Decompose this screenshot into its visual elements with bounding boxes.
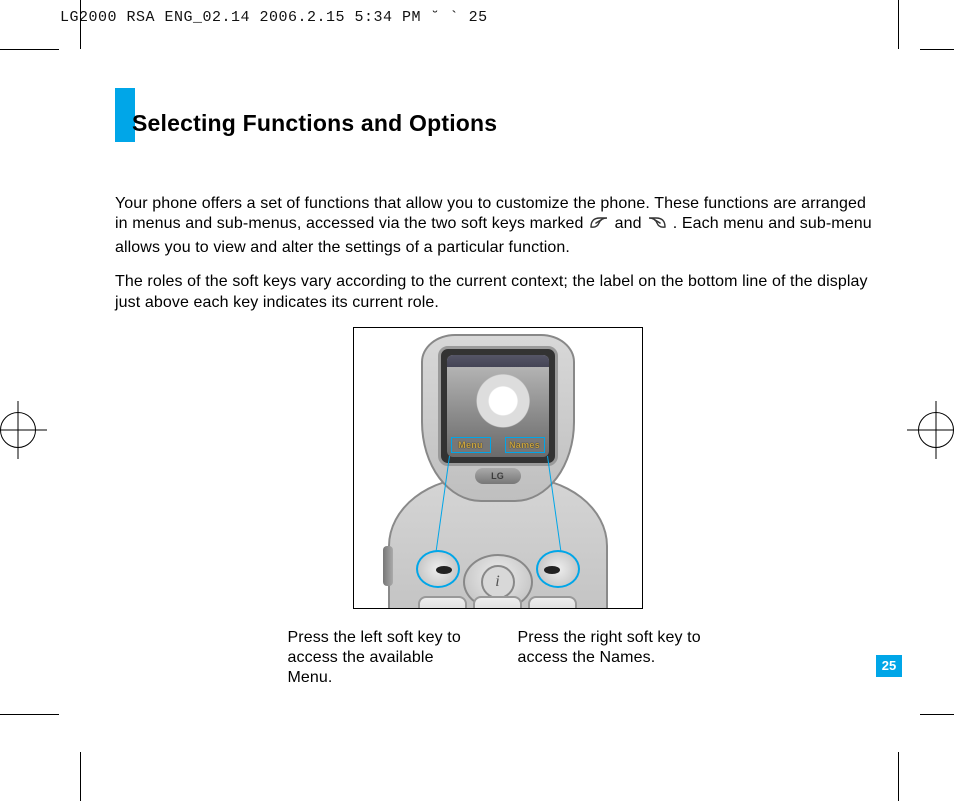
- crop-mark: [920, 49, 954, 50]
- crop-mark: [898, 752, 899, 801]
- right-softkey-icon: [646, 215, 668, 237]
- figure-captions: Press the left soft key to access the av…: [115, 628, 880, 688]
- body-text: Your phone offers a set of functions tha…: [115, 194, 880, 688]
- nav-center-glyph: i: [495, 572, 500, 592]
- phone-key: [528, 596, 577, 609]
- registration-mark: [918, 412, 954, 448]
- phone-brand-badge: LG: [475, 468, 521, 484]
- figure-wrap: Menu Names LG i: [115, 327, 880, 687]
- crop-mark: [920, 714, 954, 715]
- phone-key: [418, 596, 467, 609]
- left-softkey-hardware: [416, 550, 460, 588]
- paragraph-1: Your phone offers a set of functions tha…: [115, 194, 880, 258]
- phone-status-bar: [447, 355, 549, 367]
- crop-mark: [898, 0, 899, 49]
- document-header: LG2000 RSA ENG_02.14 2006.2.15 5:34 PM ˘…: [60, 9, 488, 26]
- phone-key: [473, 596, 522, 609]
- crop-mark: [80, 752, 81, 801]
- screen-softkey-right: Names: [505, 437, 545, 453]
- phone-keypad-row: [418, 596, 578, 609]
- paragraph-2: The roles of the soft keys vary accordin…: [115, 272, 880, 313]
- page-content: Selecting Functions and Options Your pho…: [115, 88, 880, 688]
- crop-mark: [0, 49, 59, 50]
- caption-right: Press the right soft key to access the N…: [518, 628, 708, 688]
- title-row: Selecting Functions and Options: [115, 88, 880, 142]
- phone-screen: Menu Names: [447, 355, 549, 457]
- crop-mark: [0, 714, 59, 715]
- left-softkey-icon: [588, 215, 610, 237]
- phone-figure: Menu Names LG i: [353, 327, 643, 609]
- para1-segment-b: and: [615, 215, 647, 232]
- right-softkey-hardware: [536, 550, 580, 588]
- phone-screen-frame: Menu Names: [438, 346, 558, 466]
- registration-mark: [0, 412, 36, 448]
- screen-softkey-left: Menu: [451, 437, 491, 453]
- phone-softkey-row: Menu Names: [447, 437, 549, 457]
- phone-side-button: [383, 546, 393, 586]
- caption-left: Press the left soft key to access the av…: [288, 628, 478, 688]
- page-number-badge: 25: [876, 655, 902, 677]
- page-title: Selecting Functions and Options: [132, 88, 497, 142]
